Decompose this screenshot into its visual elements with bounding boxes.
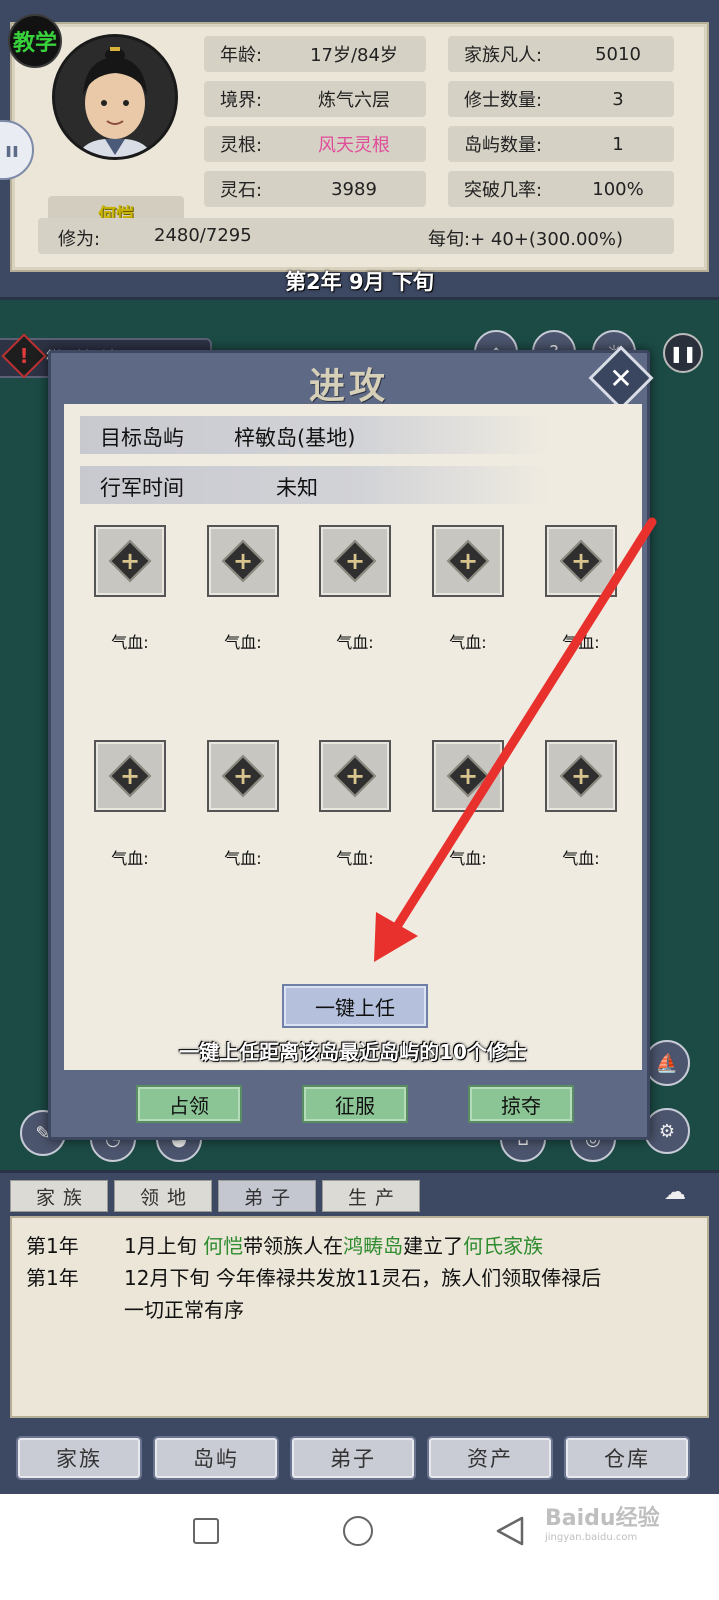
plus-icon: + [344, 762, 366, 790]
cultivation-bar: 修为: 2480/7295 每旬:+ 40+(300.00%) [38, 218, 674, 254]
plunder-button[interactable]: 掠夺 [468, 1085, 574, 1123]
log-text: 带领族人在 [243, 1234, 344, 1258]
log-highlight: 何恺 [203, 1234, 244, 1258]
occupy-button[interactable]: 占领 [136, 1085, 242, 1123]
plus-icon: + [570, 547, 592, 575]
slot-hp-label: 气血: [336, 633, 374, 652]
stat-spirit-root: 灵根: 风天灵根 [204, 126, 426, 162]
close-icon: ✕ [609, 361, 633, 395]
pause-icon[interactable]: ❚❚ [663, 333, 703, 373]
cultivator-slot[interactable]: + [94, 740, 166, 812]
cultivator-slot[interactable]: + [319, 525, 391, 597]
slot-hp-label: 气血: [224, 849, 262, 868]
cultivator-slot[interactable]: + [94, 525, 166, 597]
cloud-icon[interactable]: ☁ [652, 1180, 698, 1206]
stat-spirit-stones: 灵石: 3989 [204, 171, 426, 207]
boat-icon[interactable]: ⛵ [644, 1040, 690, 1086]
slot-hp-label: 气血: [449, 633, 487, 652]
plus-icon: + [232, 547, 254, 575]
nav-islands[interactable]: 岛屿 [153, 1436, 279, 1480]
log-highlight: 鸿畴岛 [343, 1234, 404, 1258]
cultivator-slot[interactable]: + [319, 740, 391, 812]
tab-production[interactable]: 生产 [322, 1180, 420, 1212]
attack-dialog: 进攻 ✕ 目标岛屿 梓敏岛(基地) 行军时间 未知 + 气血: + 气血: + 气血: + 气… [48, 345, 654, 1140]
log-text: 建立了 [403, 1234, 464, 1258]
slot-hp-label: 气血: [449, 849, 487, 868]
log-entry-continuation: 一切正常有序 [124, 1298, 244, 1322]
game-date: 第2年 9月 下旬 [285, 270, 434, 294]
nav-assets[interactable]: 资产 [427, 1436, 553, 1480]
stat-realm: 境界: 炼气六层 [204, 81, 426, 117]
log-entry: 1月上旬 何恺带领族人在鸿畴岛建立了何氏家族 [124, 1234, 544, 1258]
nav-clan[interactable]: 家族 [16, 1436, 142, 1480]
cultivator-slot[interactable]: + [432, 740, 504, 812]
march-time-row: 行军时间 未知 [80, 466, 550, 504]
cultivator-slot[interactable]: + [545, 740, 617, 812]
tab-clan[interactable]: 家族 [10, 1180, 108, 1212]
log-highlight: 何氏家族 [463, 1234, 544, 1258]
plus-icon: + [457, 762, 479, 790]
stat-clan-mortals: 家族凡人: 5010 [448, 36, 674, 72]
slot-hp-label: 气血: [111, 849, 149, 868]
slot-hp-label: 气血: [336, 849, 374, 868]
plus-icon: + [570, 762, 592, 790]
log-entry: 12月下旬 今年俸禄共发放11灵石，族人们领取俸禄后 [124, 1266, 602, 1290]
stat-age: 年龄: 17岁/84岁 [204, 36, 426, 72]
auto-assign-button[interactable]: 一键上任 [282, 984, 428, 1028]
slot-hp-label: 气血: [562, 633, 600, 652]
cultivator-slot[interactable]: + [207, 525, 279, 597]
slot-hp-label: 气血: [562, 849, 600, 868]
stat-breakthrough: 突破几率: 100% [448, 171, 674, 207]
tab-disciples[interactable]: 弟子 [218, 1180, 316, 1212]
plus-icon: + [119, 762, 141, 790]
event-log: 第1年 1月上旬 何恺带领族人在鸿畴岛建立了何氏家族 第1年 12月下旬 今年俸… [10, 1216, 709, 1418]
conquer-button[interactable]: 征服 [302, 1085, 408, 1123]
cultivator-slot[interactable]: + [207, 740, 279, 812]
nav-warehouse[interactable]: 仓库 [564, 1436, 690, 1480]
stat-islands: 岛屿数量: 1 [448, 126, 674, 162]
log-year: 第1年 [26, 1266, 79, 1290]
recent-apps-icon[interactable] [193, 1518, 219, 1544]
dialog-body: 目标岛屿 梓敏岛(基地) 行军时间 未知 + 气血: + 气血: + 气血: + 气血: + 气血… [64, 404, 642, 1070]
home-icon[interactable] [343, 1516, 373, 1546]
log-year: 第1年 [26, 1234, 79, 1258]
plus-icon: + [119, 547, 141, 575]
cultivator-slot[interactable]: + [545, 525, 617, 597]
tab-territory[interactable]: 领地 [114, 1180, 212, 1212]
baidu-watermark: Baidu经验 jingyan.baidu.com [545, 1506, 660, 1543]
stat-cultivators: 修士数量: 3 [448, 81, 674, 117]
nav-disciples[interactable]: 弟子 [290, 1436, 416, 1480]
plus-icon: + [344, 547, 366, 575]
slot-hp-label: 气血: [224, 633, 262, 652]
tutorial-badge[interactable]: 教学 [8, 14, 62, 68]
character-avatar[interactable] [52, 34, 178, 160]
cultivator-slot[interactable]: + [432, 525, 504, 597]
auto-assign-hint: 一键上任距离该岛最近岛屿的10个修士 [179, 1040, 527, 1064]
target-island-row: 目标岛屿 梓敏岛(基地) [80, 416, 550, 454]
gear-icon[interactable]: ⚙ [644, 1108, 690, 1154]
dialog-title: 进攻 [308, 365, 389, 407]
back-icon[interactable] [494, 1515, 526, 1547]
plus-icon: + [232, 762, 254, 790]
plus-icon: + [457, 547, 479, 575]
slot-hp-label: 气血: [111, 633, 149, 652]
